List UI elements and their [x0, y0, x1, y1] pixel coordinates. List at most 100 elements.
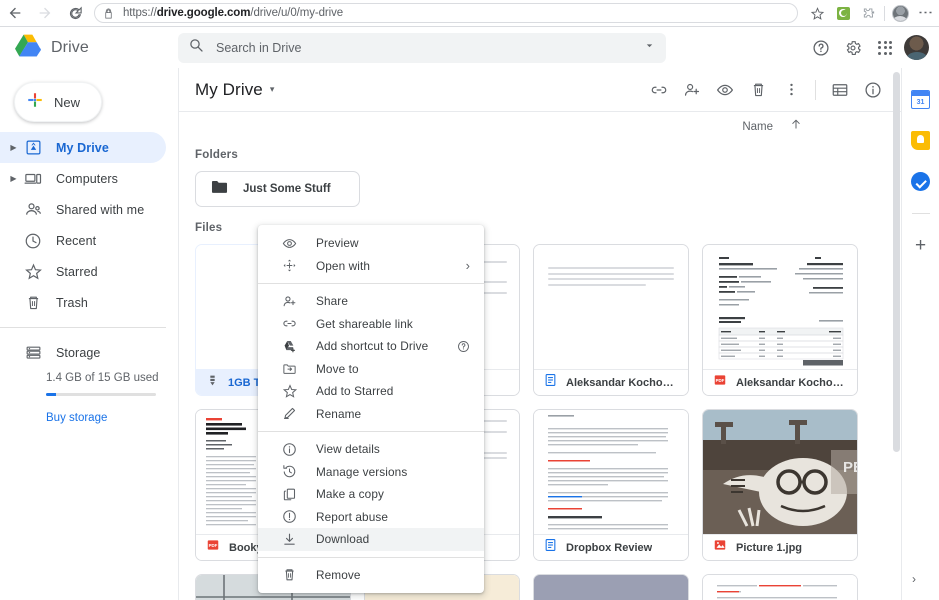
list-view-icon[interactable] [824, 74, 856, 106]
get-link-icon[interactable] [643, 74, 675, 106]
vertical-scrollbar[interactable] [893, 72, 900, 452]
google-calendar-icon[interactable]: 31 [911, 90, 930, 109]
file-card[interactable] [702, 574, 858, 600]
forward-arrow-icon[interactable] [30, 0, 60, 27]
folder-card[interactable]: Just Some Stuff [195, 171, 360, 207]
drive-logo-link[interactable]: Drive [0, 34, 178, 62]
context-menu-label: Add shortcut to Drive [316, 339, 429, 354]
extension-puzzle-icon[interactable] [856, 0, 882, 27]
submenu-chevron-icon: › [465, 258, 470, 274]
context-menu-item-share[interactable]: Share [258, 290, 484, 313]
new-button[interactable]: New [14, 82, 102, 122]
search-bar[interactable] [178, 32, 666, 63]
file-card[interactable] [533, 574, 689, 600]
context-menu-item-download[interactable]: Download [258, 528, 484, 551]
search-options-chevron-icon[interactable] [643, 39, 656, 57]
folder-name: Just Some Stuff [243, 183, 331, 195]
account-avatar[interactable] [904, 35, 929, 60]
sidebar-item-storage[interactable]: Storage [0, 337, 166, 368]
context-menu-item-view-details[interactable]: View details [258, 438, 484, 461]
google-keep-icon[interactable] [911, 131, 930, 150]
drive-app-window: https://drive.google.com/drive/u/0/my-dr… [0, 0, 939, 600]
rail-divider [911, 213, 930, 214]
preview-eye-icon[interactable] [709, 74, 741, 106]
extension-icon[interactable] [830, 0, 856, 27]
gear-icon[interactable] [840, 35, 866, 61]
computers-icon [21, 170, 45, 188]
more-options-icon[interactable] [775, 74, 807, 106]
file-card[interactable]: Aleksandar Kochovski Bio [533, 244, 689, 396]
sidebar-item-trash[interactable]: Trash [0, 287, 166, 318]
header-actions [808, 35, 939, 61]
context-menu-item-remove[interactable]: Remove [258, 564, 484, 587]
context-menu-item-move-to[interactable]: Move to [258, 358, 484, 381]
details-info-icon[interactable] [857, 74, 889, 106]
file-name: Aleksandar Kochovski In… [736, 376, 844, 389]
browser-menu-icon[interactable]: ⋮ [913, 0, 939, 27]
file-card[interactable]: PE Picture 1.jpg [702, 409, 858, 561]
file-thumbnail [534, 245, 688, 369]
pdf-icon: PDF [713, 373, 727, 392]
bookmark-star-icon[interactable] [804, 0, 830, 27]
sidebar-divider [0, 327, 166, 328]
folders-row: Just Some Stuff [179, 161, 901, 207]
context-menu-label: Remove [316, 567, 361, 582]
download-icon [280, 532, 299, 547]
sidebar-item-my-drive[interactable]: ▶ My Drive [0, 132, 166, 163]
browser-profile-avatar[interactable] [887, 0, 913, 27]
file-card[interactable]: PDF Aleksandar Kochovski In… [702, 244, 858, 396]
reload-icon[interactable] [60, 0, 90, 27]
context-menu-item-make-a-copy[interactable]: Make a copy [258, 483, 484, 506]
context-menu-item-open-with[interactable]: Open with › [258, 255, 484, 278]
breadcrumb-caret-icon[interactable]: ▾ [270, 84, 275, 95]
sort-row: Name [179, 111, 901, 141]
context-menu-item-add-shortcut-to-drive[interactable]: Add shortcut to Drive [258, 335, 484, 358]
add-person-icon[interactable] [676, 74, 708, 106]
file-thumbnail [703, 245, 857, 369]
folders-section-label: Folders [195, 149, 238, 161]
file-card-footer: PDF Aleksandar Kochovski In… [703, 369, 857, 395]
pdf-icon: PDF [206, 538, 220, 557]
info-circle-icon [280, 442, 299, 457]
svg-text:PDF: PDF [209, 543, 218, 548]
shared-with-me-icon [21, 200, 45, 219]
help-circle-icon[interactable] [808, 35, 834, 61]
copy-icon [280, 487, 299, 502]
context-menu-item-rename[interactable]: Rename [258, 403, 484, 426]
context-menu-label: Preview [316, 236, 359, 251]
back-arrow-icon[interactable] [0, 0, 30, 27]
context-menu-item-preview[interactable]: Preview [258, 232, 484, 255]
expand-chevron-icon[interactable]: › [912, 572, 916, 586]
sort-ascending-arrow-icon[interactable] [789, 117, 803, 136]
sort-by-name[interactable]: Name [742, 121, 773, 133]
google-tasks-icon[interactable] [911, 172, 930, 191]
move-to-folder-icon [280, 361, 299, 376]
google-apps-grid-icon[interactable] [872, 35, 898, 61]
delete-trash-icon[interactable] [742, 74, 774, 106]
binary-file-icon [206, 374, 219, 392]
storage-icon [21, 344, 45, 361]
sidebar-item-computers[interactable]: ▶ Computers [0, 163, 166, 194]
sidebar-item-label: Computers [56, 171, 119, 186]
sidebar-item-starred[interactable]: Starred [0, 256, 166, 287]
sidebar-item-shared-with-me[interactable]: Shared with me [0, 194, 166, 225]
context-menu-item-add-to-starred[interactable]: Add to Starred [258, 380, 484, 403]
context-menu-item-manage-versions[interactable]: Manage versions [258, 461, 484, 484]
file-card-footer: Aleksandar Kochovski Bio [534, 369, 688, 395]
help-circle-icon[interactable] [457, 340, 470, 353]
file-card[interactable]: Dropbox Review [533, 409, 689, 561]
buy-storage-link[interactable]: Buy storage [0, 412, 178, 424]
add-addon-icon[interactable]: + [915, 236, 926, 255]
context-menu-item-report-abuse[interactable]: Report abuse [258, 506, 484, 529]
sidebar-item-recent[interactable]: Recent [0, 225, 166, 256]
file-name: Aleksandar Kochovski Bio [566, 376, 674, 389]
expand-chevron-icon[interactable]: ▶ [6, 143, 21, 152]
plus-multicolor-icon [26, 91, 44, 114]
file-thumbnail [534, 575, 688, 600]
address-bar[interactable]: https://drive.google.com/drive/u/0/my-dr… [94, 3, 798, 23]
breadcrumb[interactable]: My Drive [195, 80, 263, 100]
context-menu-item-get-shareable-link[interactable]: Get shareable link [258, 313, 484, 336]
expand-chevron-icon[interactable]: ▶ [6, 174, 21, 183]
search-input[interactable] [216, 40, 643, 55]
context-menu-label: Move to [316, 361, 359, 376]
